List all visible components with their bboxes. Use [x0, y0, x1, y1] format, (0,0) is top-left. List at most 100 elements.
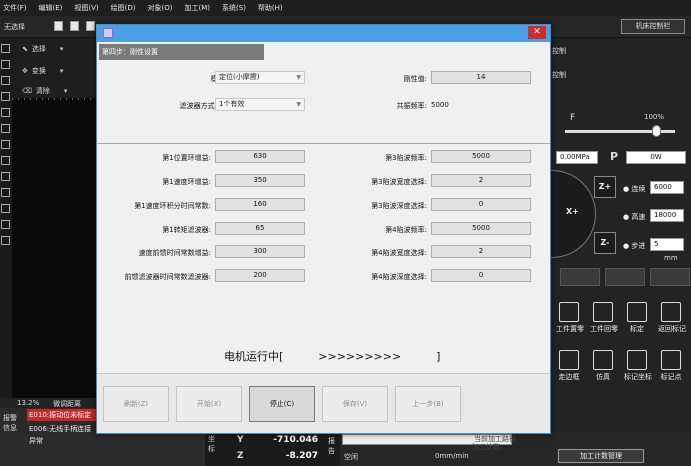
step-title: 第四步：刚性设置 [99, 44, 264, 60]
mark-point-button[interactable]: 标记点 [658, 350, 684, 381]
param-label: 第4陷波频率: [385, 226, 427, 234]
notch4-width-field[interactable]: 2 [431, 245, 531, 258]
calibrate-icon [627, 302, 647, 322]
arrow-icon: ⬉ [22, 45, 28, 53]
dialog-titlebar: ✕ [97, 25, 550, 42]
slider-thumb[interactable] [652, 125, 661, 137]
menu-process[interactable]: 加工(M) [185, 3, 211, 13]
coords-side-label: 坐标 [208, 435, 215, 453]
machine-panel-button[interactable]: 机床控制栏 [621, 19, 685, 34]
arc-icon[interactable] [1, 124, 10, 133]
transform-tool[interactable]: ✥ 变换 ▾ [22, 66, 67, 76]
y-axis-label: Y [237, 435, 244, 445]
x-plus-button[interactable]: X+ [566, 207, 579, 216]
mode-label: 模式: [137, 74, 227, 84]
alarm-item[interactable]: E006:无线手柄连接异常 [27, 423, 97, 445]
menu-system[interactable]: 系统(S) [222, 3, 246, 13]
close-button[interactable]: ✕ [528, 26, 546, 39]
polygon-icon[interactable] [1, 172, 10, 181]
clear-tool[interactable]: ⌫ 清除 ▾ [22, 86, 71, 96]
process-info-panel: 报告 当前加工路径 加工计数: 空闲 0mm/min 加工计数管理 [328, 432, 691, 466]
open-file-icon[interactable] [70, 21, 79, 31]
pointer-icon[interactable] [1, 44, 10, 53]
param-label: 第4陷波宽度选择: [371, 249, 427, 257]
notch3-depth-field[interactable]: 0 [431, 198, 531, 211]
feedforward-filter-field[interactable]: 200 [215, 269, 305, 282]
return-mark-button[interactable]: 返回标记 [658, 302, 686, 333]
menu-help[interactable]: 帮助(H) [258, 3, 283, 13]
polyline-icon[interactable] [1, 108, 10, 117]
menu-draw[interactable]: 绘图(D) [111, 3, 136, 13]
chevron-down-icon: ▼ [296, 74, 301, 81]
mode-select[interactable]: 定位(小摩擦) ▼ [215, 71, 305, 84]
trace-frame-button[interactable]: 走边框 [556, 350, 582, 381]
speed-mode-continuous[interactable]: ● 连续 [623, 184, 645, 194]
save-file-icon[interactable] [86, 21, 95, 31]
notch4-depth-field[interactable]: 0 [431, 269, 531, 282]
speed-integral-time-field[interactable]: 160 [215, 198, 305, 211]
app-logo-icon [103, 28, 113, 38]
dialog-button-bar: 刷新(Z) 开始(X) 停止(C) 保存(V) 上一步(B) [97, 373, 550, 433]
select-tool[interactable]: ⬉ 选择 ▾ [22, 44, 67, 54]
feed-slider[interactable] [565, 125, 675, 137]
previous-step-button[interactable]: 上一步(B) [395, 386, 461, 422]
circle-icon[interactable] [1, 140, 10, 149]
menu-edit[interactable]: 编辑(E) [39, 3, 63, 13]
dropdown-icon: ▾ [59, 45, 64, 53]
rigidity-label: 刚性值: [403, 75, 427, 83]
workpiece-zero-button[interactable]: 工件置零 [556, 302, 584, 333]
zoom-icon[interactable] [1, 76, 10, 85]
line-icon[interactable] [1, 92, 10, 101]
continuous-speed-field[interactable]: 6000 [650, 181, 684, 194]
pressure-field[interactable]: 0.00MPa [556, 151, 598, 164]
z-plus-button[interactable]: Z+ [594, 176, 616, 198]
notch3-width-field[interactable]: 2 [431, 174, 531, 187]
resonance-frequency-value: 5000 [431, 101, 449, 109]
rigidity-field[interactable]: 14 [431, 71, 531, 84]
selection-status: 无选择 [4, 23, 25, 31]
canvas-area[interactable] [12, 100, 96, 400]
chevron-down-icon: ▼ [296, 101, 301, 108]
filter-mode-select[interactable]: 1个有效 ▼ [215, 98, 305, 111]
star-icon[interactable] [1, 188, 10, 197]
step-distance-field[interactable]: 5 [650, 238, 684, 251]
calibrate-button[interactable]: 标定 [624, 302, 650, 333]
torque-filter-field[interactable]: 65 [215, 222, 305, 235]
param-label: 前馈滤波器时间常数滤波器: [124, 273, 211, 281]
filter-mode-label: 滤波器方式: [179, 102, 217, 110]
speed-mode-high[interactable]: ● 高速 [623, 212, 645, 222]
simulate-button[interactable]: 仿真 [590, 350, 616, 381]
process-count-manage-button[interactable]: 加工计数管理 [558, 449, 644, 463]
speed-mode-step[interactable]: ● 步进 [623, 241, 645, 251]
new-file-icon[interactable] [54, 21, 63, 31]
menu-view[interactable]: 视图(V) [74, 3, 98, 13]
process-count-label: 加工计数: [472, 443, 503, 451]
mark-coordinate-button[interactable]: 标记坐标 [624, 350, 652, 381]
save-button[interactable]: 保存(V) [322, 386, 388, 422]
refresh-button[interactable]: 刷新(Z) [103, 386, 169, 422]
control-button[interactable] [605, 268, 645, 286]
workpiece-home-button[interactable]: 工件回零 [590, 302, 618, 333]
param-label: 第4陷波深度选择: [371, 273, 427, 281]
z-minus-button[interactable]: Z- [594, 232, 616, 254]
power-field[interactable]: 0W [626, 151, 686, 164]
menu-object[interactable]: 对象(O) [148, 3, 173, 13]
notch3-frequency-field[interactable]: 5000 [431, 150, 531, 163]
menu-file[interactable]: 文件(F) [3, 3, 27, 13]
nudge-distance-label: 微调距离 [53, 400, 81, 408]
notch4-frequency-field[interactable]: 5000 [431, 222, 531, 235]
speed-loop-gain-field[interactable]: 350 [215, 174, 305, 187]
text-icon[interactable] [1, 220, 10, 229]
node-icon[interactable] [1, 60, 10, 69]
control-button[interactable] [650, 268, 690, 286]
start-button[interactable]: 开始(X) [176, 386, 242, 422]
high-speed-field[interactable]: 18000 [650, 209, 684, 222]
speed-feedforward-gain-field[interactable]: 300 [215, 245, 305, 258]
image-icon[interactable] [1, 236, 10, 245]
rectangle-icon[interactable] [1, 204, 10, 213]
stop-button[interactable]: 停止(C) [249, 386, 315, 422]
control-button[interactable] [560, 268, 600, 286]
ellipse-icon[interactable] [1, 156, 10, 165]
position-loop-gain-field[interactable]: 630 [215, 150, 305, 163]
alarm-item[interactable]: E010:振动位未标定 [27, 409, 97, 421]
